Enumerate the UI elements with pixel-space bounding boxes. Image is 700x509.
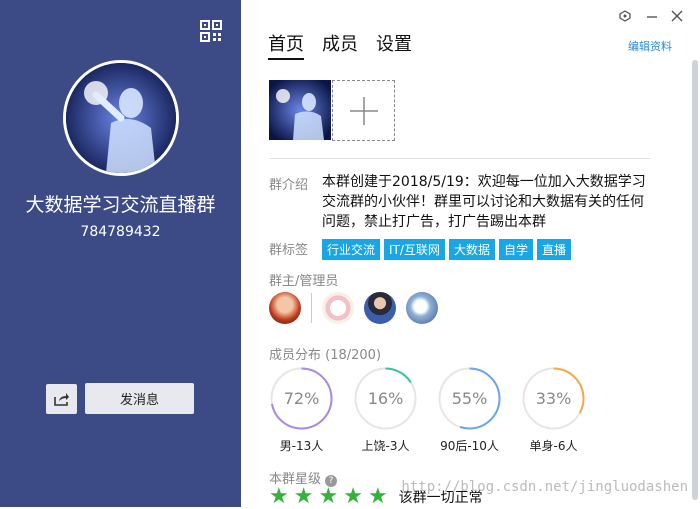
tab-settings[interactable]: 设置 [376,30,412,60]
ring-caption: 90后-10人 [440,439,499,453]
edit-profile-link[interactable]: 编辑资料 [628,38,672,54]
tag[interactable]: IT/互联网 [384,239,445,260]
group-photo-thumbnail[interactable] [269,80,331,140]
send-message-button[interactable]: 发消息 [85,383,194,414]
distribution-label: 成员分布 (18/200) [269,348,382,363]
admin-list [269,292,438,324]
ring-percent: 33% [536,389,572,408]
star-icon: ★ [293,484,314,509]
admins-label: 群主/管理员 [269,274,339,289]
distribution-ring[interactable]: 72% 男-13人 [269,366,334,454]
owner-separator [311,293,312,323]
tab-home[interactable]: 首页 [268,30,304,60]
ring-percent: 55% [452,389,488,408]
minimize-icon[interactable] [646,10,658,22]
tab-members[interactable]: 成员 [322,30,358,60]
owner-avatar[interactable] [269,292,301,324]
group-id: 784789432 [80,224,161,240]
distribution-ring[interactable]: 55% 90后-10人 [437,366,502,454]
group-intro-text: 本群创建于2018/5/19：欢迎每一位加入大数据学习交流群的小伙伴！群里可以讨… [322,174,646,230]
star-icon: ★ [269,484,289,509]
ring-percent: 16% [368,389,404,408]
share-button[interactable] [46,384,77,414]
ring-caption: 男-13人 [279,439,324,453]
admin-avatar[interactable] [364,292,396,324]
ring-chart: 72% [270,367,333,430]
share-icon [53,393,69,406]
group-name: 大数据学习交流直播群 [25,194,216,216]
tag[interactable]: 自学 [498,239,533,260]
tag[interactable]: 行业交流 [322,239,381,260]
intro-label: 群介绍 [269,178,309,193]
tags-label: 群标签 [269,243,309,258]
scrollbar[interactable] [692,60,698,500]
ring-caption: 上饶-3人 [361,439,410,453]
group-sidebar: 大数据学习交流直播群 784789432 发消息 [0,0,241,507]
ring-caption: 单身-6人 [529,439,578,453]
section-divider [269,158,651,159]
tab-bar: 首页 成员 设置 [268,30,412,60]
ring-chart: 55% [438,367,501,430]
ring-chart: 16% [354,367,417,430]
plus-icon [349,96,378,125]
close-icon[interactable] [671,10,683,22]
tag[interactable]: 直播 [536,239,571,260]
add-photo-button[interactable] [332,80,395,141]
group-avatar[interactable] [63,60,179,176]
watermark: http://blog.csdn.net/jingluodashen [401,479,688,495]
qr-code-icon[interactable] [200,20,222,42]
star-icon: ★ [343,484,363,509]
distribution-ring[interactable]: 16% 上饶-3人 [353,366,418,454]
tag-list: 行业交流 IT/互联网 大数据 自学 直播 [322,239,571,260]
ring-chart: 33% [522,367,585,430]
star-icon: ★ [318,484,339,509]
tag[interactable]: 大数据 [448,239,495,260]
distribution-rings: 72% 男-13人 16% 上饶-3人 55% 90后-10人 33% 单身-6人 [269,366,586,454]
distribution-ring[interactable]: 33% 单身-6人 [521,366,586,454]
admin-avatar[interactable] [322,292,354,324]
star-icon: ★ [367,484,388,509]
group-detail-panel: 首页 成员 设置 编辑资料 群介绍 本群创建于2018/5/19：欢迎每一位加入… [241,0,700,509]
ring-percent: 72% [284,389,320,408]
admin-avatar[interactable] [406,292,438,324]
settings-icon[interactable] [619,10,631,22]
